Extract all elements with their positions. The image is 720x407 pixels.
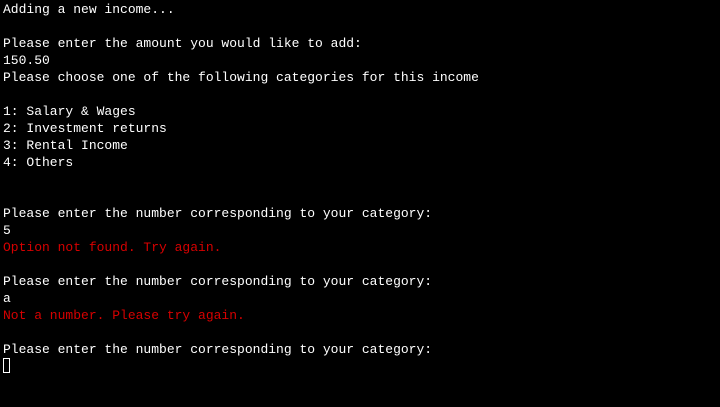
category-option: 3: Rental Income bbox=[3, 138, 128, 153]
terminal-line-output: Adding a new income... bbox=[3, 2, 175, 17]
terminal-line-prompt: Please enter the amount you would like t… bbox=[3, 36, 362, 51]
terminal-line-prompt: Please enter the number corresponding to… bbox=[3, 206, 433, 221]
terminal-line-output: Please choose one of the following categ… bbox=[3, 70, 479, 85]
error-message: Option not found. Try again. bbox=[3, 240, 222, 255]
text-cursor[interactable] bbox=[3, 358, 10, 373]
terminal-input-line[interactable] bbox=[3, 358, 720, 375]
error-message: Not a number. Please try again. bbox=[3, 308, 245, 323]
terminal-line-input: 150.50 bbox=[3, 53, 50, 68]
terminal-line-prompt: Please enter the number corresponding to… bbox=[3, 274, 433, 289]
terminal-line-input: a bbox=[3, 291, 11, 306]
category-option: 1: Salary & Wages bbox=[3, 104, 136, 119]
category-option: 4: Others bbox=[3, 155, 74, 170]
terminal-window[interactable]: Adding a new income... Please enter the … bbox=[0, 0, 720, 407]
category-option: 2: Investment returns bbox=[3, 121, 167, 136]
terminal-line-prompt: Please enter the number corresponding to… bbox=[3, 342, 433, 357]
terminal-line-input: 5 bbox=[3, 223, 11, 238]
